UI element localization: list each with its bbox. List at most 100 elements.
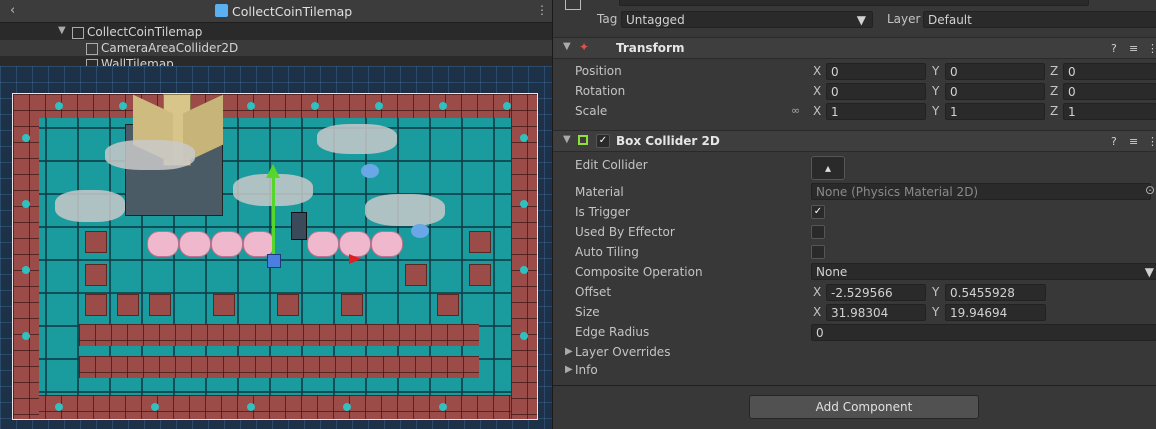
- coin-dot: [311, 102, 319, 110]
- rotation-y-field[interactable]: 0: [945, 83, 1045, 100]
- position-y-field[interactable]: 0: [945, 63, 1045, 80]
- size-x-field[interactable]: 31.98304: [826, 304, 926, 321]
- back-arrow-icon[interactable]: ‹: [10, 3, 15, 18]
- is-trigger-checkbox[interactable]: ✓: [811, 205, 825, 219]
- coin-dot: [151, 403, 159, 411]
- wall-tile: [85, 294, 107, 316]
- rotation-x-field[interactable]: 0: [826, 83, 926, 100]
- move-gizmo-handle[interactable]: [267, 254, 281, 268]
- scene-panel: ‹ CollectCoinTilemap ⋮ ▼ CollectCoinTile…: [0, 0, 552, 429]
- tilemap: [12, 93, 538, 420]
- position-z-field[interactable]: 0: [1063, 63, 1156, 80]
- link-scale-icon[interactable]: ∞: [791, 104, 800, 117]
- help-icon[interactable]: ?: [1111, 135, 1117, 148]
- axis-z-label: Z: [1050, 64, 1059, 78]
- coin-dot: [22, 200, 30, 208]
- axis-y-label: Y: [932, 104, 940, 118]
- size-y-field[interactable]: 19.94694: [945, 304, 1046, 321]
- edge-radius-label: Edge Radius: [575, 325, 650, 339]
- tag-label: Tag: [597, 12, 618, 26]
- wall-tile: [469, 231, 491, 253]
- coin-dot: [247, 403, 255, 411]
- used-by-effector-checkbox[interactable]: [811, 225, 825, 239]
- edit-collider-button[interactable]: ▴: [811, 156, 845, 180]
- auto-tiling-checkbox[interactable]: [811, 245, 825, 259]
- preset-icon[interactable]: ≡: [1129, 42, 1138, 55]
- wall-tile: [341, 294, 363, 316]
- expand-arrow-icon[interactable]: ▶: [565, 364, 573, 375]
- mushroom-sprite: [361, 164, 379, 178]
- material-field[interactable]: None (Physics Material 2D): [811, 183, 1151, 200]
- cloud-sprite: [105, 140, 195, 170]
- add-component-button[interactable]: Add Component: [749, 395, 979, 419]
- axis-x-label: X: [813, 305, 822, 319]
- expand-arrow-icon[interactable]: ▼: [58, 25, 66, 36]
- transform-title: Transform: [616, 41, 685, 55]
- collapse-arrow-icon[interactable]: ▼: [563, 41, 571, 52]
- wall-tile: [85, 231, 107, 253]
- move-gizmo-y-axis[interactable]: [272, 174, 275, 260]
- axis-x-label: X: [813, 104, 822, 118]
- axis-z-label: Z: [1050, 104, 1059, 118]
- coin-dot: [520, 332, 528, 340]
- component-enabled-checkbox[interactable]: ✓: [596, 134, 610, 148]
- more-options-icon[interactable]: ⋮: [1147, 42, 1156, 55]
- prefab-cube-icon: [215, 4, 228, 17]
- offset-x-field[interactable]: -2.529566: [826, 284, 926, 301]
- scale-y-field[interactable]: 1: [945, 103, 1045, 120]
- coin-dot: [503, 102, 511, 110]
- dropdown-arrow-icon: ▼: [1144, 265, 1154, 279]
- composite-operation-label: Composite Operation: [575, 265, 703, 279]
- cloud-sprite: [365, 194, 445, 226]
- box-collider-icon: [578, 135, 588, 145]
- more-options-icon[interactable]: ⋮: [1147, 135, 1156, 148]
- more-options-icon[interactable]: ⋮: [536, 3, 548, 17]
- transform-header[interactable]: ▼ ✦ Transform ? ≡ ⋮: [553, 37, 1156, 59]
- info-foldout[interactable]: Info: [575, 363, 598, 377]
- composite-operation-dropdown[interactable]: None ▼: [811, 263, 1156, 280]
- expand-arrow-icon[interactable]: ▶: [565, 346, 573, 357]
- egg-sprite: [211, 231, 243, 257]
- edge-radius-field[interactable]: 0: [811, 324, 1156, 341]
- scale-z-field[interactable]: 1: [1063, 103, 1156, 120]
- offset-y-field[interactable]: 0.5455928: [945, 284, 1046, 301]
- wall-tile: [213, 294, 235, 316]
- object-picker-icon[interactable]: ⊙: [1145, 183, 1155, 197]
- rotation-z-field[interactable]: 0: [1063, 83, 1156, 100]
- tag-dropdown[interactable]: Untagged ▼: [621, 11, 873, 28]
- axis-x-label: X: [813, 64, 822, 78]
- gameobject-icon: [86, 43, 98, 55]
- scale-x-field[interactable]: 1: [826, 103, 926, 120]
- wall-tile: [277, 294, 299, 316]
- rotation-label: Rotation: [575, 84, 626, 98]
- hierarchy-header: ‹ CollectCoinTilemap ⋮: [0, 0, 552, 23]
- size-label: Size: [575, 305, 600, 319]
- layer-dropdown[interactable]: Default: [923, 11, 1156, 28]
- object-name-field[interactable]: [619, 0, 1089, 6]
- position-x-field[interactable]: 0: [826, 63, 926, 80]
- coin-dot: [375, 102, 383, 110]
- box-collider-title: Box Collider 2D: [616, 134, 720, 148]
- wall-band-bottom: [13, 395, 537, 419]
- wall-tile: [469, 264, 491, 286]
- help-icon[interactable]: ?: [1111, 42, 1117, 55]
- wall-band-left: [13, 94, 39, 419]
- coin-dot: [22, 134, 30, 142]
- scene-view[interactable]: [0, 66, 552, 429]
- offset-label: Offset: [575, 285, 612, 299]
- axis-y-label: Y: [932, 305, 940, 319]
- collapse-arrow-icon[interactable]: ▼: [563, 134, 571, 145]
- coin-dot: [22, 266, 30, 274]
- move-gizmo-arrow-icon[interactable]: [266, 164, 280, 178]
- coin-dot: [520, 200, 528, 208]
- box-collider-header[interactable]: ▼ ✓ Box Collider 2D ? ≡ ⋮: [553, 130, 1156, 152]
- wall-band-top: [13, 94, 537, 118]
- hierarchy-row[interactable]: ▼ CollectCoinTilemap: [0, 24, 552, 40]
- gameobject-icon: [72, 27, 84, 39]
- preset-icon[interactable]: ≡: [1129, 135, 1138, 148]
- flag-sprite: [349, 254, 361, 264]
- hierarchy-row-selected[interactable]: CameraAreaCollider2D: [0, 40, 552, 56]
- egg-sprite: [147, 231, 179, 257]
- layer-overrides-foldout[interactable]: Layer Overrides: [575, 345, 670, 359]
- axis-z-label: Z: [1050, 84, 1059, 98]
